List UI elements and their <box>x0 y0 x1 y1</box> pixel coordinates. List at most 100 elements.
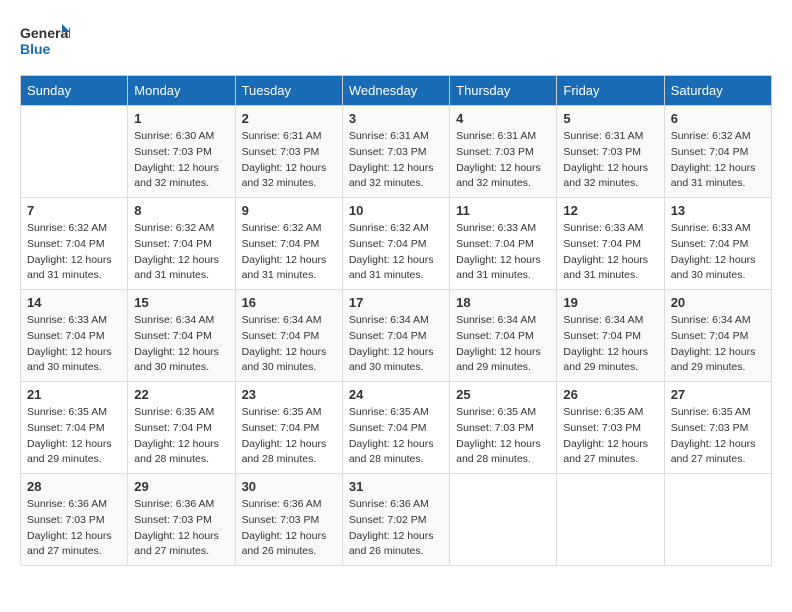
day-number: 29 <box>134 479 228 494</box>
day-number: 17 <box>349 295 443 310</box>
day-number: 14 <box>27 295 121 310</box>
calendar-week-row: 21 Sunrise: 6:35 AM Sunset: 7:04 PM Dayli… <box>21 382 772 474</box>
day-info: Sunrise: 6:33 AM Sunset: 7:04 PM Dayligh… <box>27 313 121 376</box>
calendar-header-row: SundayMondayTuesdayWednesdayThursdayFrid… <box>21 76 772 106</box>
calendar-cell: 16Sunrise: 6:34 AM Sunset: 7:04 PM Dayli… <box>235 290 342 382</box>
day-info: Sunrise: 6:31 AM Sunset: 7:03 PM Dayligh… <box>349 129 443 192</box>
day-info: Sunrise: 6:35 AM Sunset: 7:03 PM Dayligh… <box>563 405 657 468</box>
calendar-table: SundayMondayTuesdayWednesdayThursdayFrid… <box>20 75 772 566</box>
day-info: Sunrise: 6:36 AM Sunset: 7:03 PM Dayligh… <box>134 497 228 560</box>
day-info: Sunrise: 6:34 AM Sunset: 7:04 PM Dayligh… <box>671 313 765 376</box>
header-monday: Monday <box>128 76 235 106</box>
day-info: Sunrise: 6:35 AM Sunset: 7:04 PM Dayligh… <box>349 405 443 468</box>
day-number: 30 <box>242 479 336 494</box>
header-wednesday: Wednesday <box>342 76 449 106</box>
calendar-week-row: 7 Sunrise: 6:32 AM Sunset: 7:04 PM Daylig… <box>21 198 772 290</box>
day-info: Sunrise: 6:31 AM Sunset: 7:03 PM Dayligh… <box>456 129 550 192</box>
day-info: Sunrise: 6:36 AM Sunset: 7:03 PM Dayligh… <box>242 497 336 560</box>
header-sunday: Sunday <box>21 76 128 106</box>
calendar-cell: 7Sunrise: 6:32 AM Sunset: 7:04 PM Daylig… <box>21 198 128 290</box>
header-friday: Friday <box>557 76 664 106</box>
day-info: Sunrise: 6:35 AM Sunset: 7:03 PM Dayligh… <box>671 405 765 468</box>
day-number: 19 <box>563 295 657 310</box>
calendar-cell: 17 Sunrise: 6:34 AM Sunset: 7:04 PM Dayli… <box>342 290 449 382</box>
calendar-cell: 24Sunrise: 6:35 AM Sunset: 7:04 PM Dayli… <box>342 382 449 474</box>
day-info: Sunrise: 6:35 AM Sunset: 7:04 PM Dayligh… <box>134 405 228 468</box>
calendar-cell <box>664 474 771 566</box>
calendar-cell: 26 Sunrise: 6:35 AM Sunset: 7:03 PM Dayli… <box>557 382 664 474</box>
calendar-cell <box>557 474 664 566</box>
day-number: 7 <box>27 203 121 218</box>
header: General Blue <box>20 20 772 65</box>
header-saturday: Saturday <box>664 76 771 106</box>
calendar-cell: 27 Sunrise: 6:35 AM Sunset: 7:03 PM Dayli… <box>664 382 771 474</box>
day-info: Sunrise: 6:32 AM Sunset: 7:04 PM Dayligh… <box>349 221 443 284</box>
day-number: 1 <box>134 111 228 126</box>
day-info: Sunrise: 6:35 AM Sunset: 7:03 PM Dayligh… <box>456 405 550 468</box>
logo-svg: General Blue <box>20 20 70 65</box>
day-number: 5 <box>563 111 657 126</box>
calendar-cell: 5 Sunrise: 6:31 AM Sunset: 7:03 PM Daylig… <box>557 106 664 198</box>
calendar-cell: 22 Sunrise: 6:35 AM Sunset: 7:04 PM Dayli… <box>128 382 235 474</box>
calendar-week-row: 14 Sunrise: 6:33 AM Sunset: 7:04 PM Dayli… <box>21 290 772 382</box>
day-info: Sunrise: 6:32 AM Sunset: 7:04 PM Dayligh… <box>671 129 765 192</box>
calendar-cell: 12 Sunrise: 6:33 AM Sunset: 7:04 PM Dayli… <box>557 198 664 290</box>
day-number: 18 <box>456 295 550 310</box>
day-number: 26 <box>563 387 657 402</box>
calendar-cell: 8Sunrise: 6:32 AM Sunset: 7:04 PM Daylig… <box>128 198 235 290</box>
calendar-cell: 6 Sunrise: 6:32 AM Sunset: 7:04 PM Daylig… <box>664 106 771 198</box>
day-info: Sunrise: 6:36 AM Sunset: 7:03 PM Dayligh… <box>27 497 121 560</box>
day-info: Sunrise: 6:35 AM Sunset: 7:04 PM Dayligh… <box>242 405 336 468</box>
header-thursday: Thursday <box>450 76 557 106</box>
calendar-cell: 4 Sunrise: 6:31 AM Sunset: 7:03 PM Daylig… <box>450 106 557 198</box>
day-number: 9 <box>242 203 336 218</box>
calendar-cell <box>21 106 128 198</box>
calendar-cell: 30 Sunrise: 6:36 AM Sunset: 7:03 PM Dayli… <box>235 474 342 566</box>
day-number: 12 <box>563 203 657 218</box>
calendar-cell: 28Sunrise: 6:36 AM Sunset: 7:03 PM Dayli… <box>21 474 128 566</box>
calendar-cell: 20Sunrise: 6:34 AM Sunset: 7:04 PM Dayli… <box>664 290 771 382</box>
day-number: 11 <box>456 203 550 218</box>
day-number: 25 <box>456 387 550 402</box>
calendar-cell: 15Sunrise: 6:34 AM Sunset: 7:04 PM Dayli… <box>128 290 235 382</box>
day-info: Sunrise: 6:34 AM Sunset: 7:04 PM Dayligh… <box>349 313 443 376</box>
day-number: 3 <box>349 111 443 126</box>
calendar-cell: 25 Sunrise: 6:35 AM Sunset: 7:03 PM Dayli… <box>450 382 557 474</box>
calendar-cell: 9 Sunrise: 6:32 AM Sunset: 7:04 PM Daylig… <box>235 198 342 290</box>
day-number: 4 <box>456 111 550 126</box>
calendar-cell: 29 Sunrise: 6:36 AM Sunset: 7:03 PM Dayli… <box>128 474 235 566</box>
calendar-cell: 21 Sunrise: 6:35 AM Sunset: 7:04 PM Dayli… <box>21 382 128 474</box>
calendar-cell: 14 Sunrise: 6:33 AM Sunset: 7:04 PM Dayli… <box>21 290 128 382</box>
calendar-cell: 18 Sunrise: 6:34 AM Sunset: 7:04 PM Dayli… <box>450 290 557 382</box>
day-info: Sunrise: 6:33 AM Sunset: 7:04 PM Dayligh… <box>563 221 657 284</box>
day-number: 22 <box>134 387 228 402</box>
calendar-cell: 11 Sunrise: 6:33 AM Sunset: 7:04 PM Dayli… <box>450 198 557 290</box>
day-number: 13 <box>671 203 765 218</box>
day-info: Sunrise: 6:31 AM Sunset: 7:03 PM Dayligh… <box>242 129 336 192</box>
day-number: 27 <box>671 387 765 402</box>
calendar-cell: 3 Sunrise: 6:31 AM Sunset: 7:03 PM Daylig… <box>342 106 449 198</box>
day-info: Sunrise: 6:36 AM Sunset: 7:02 PM Dayligh… <box>349 497 443 560</box>
day-number: 15 <box>134 295 228 310</box>
calendar-cell: 23Sunrise: 6:35 AM Sunset: 7:04 PM Dayli… <box>235 382 342 474</box>
day-info: Sunrise: 6:30 AM Sunset: 7:03 PM Dayligh… <box>134 129 228 192</box>
calendar-week-row: 1 Sunrise: 6:30 AM Sunset: 7:03 PM Daylig… <box>21 106 772 198</box>
day-number: 31 <box>349 479 443 494</box>
calendar-cell: 13 Sunrise: 6:33 AM Sunset: 7:04 PM Dayli… <box>664 198 771 290</box>
day-info: Sunrise: 6:32 AM Sunset: 7:04 PM Dayligh… <box>242 221 336 284</box>
logo: General Blue <box>20 20 70 65</box>
calendar-cell: 31 Sunrise: 6:36 AM Sunset: 7:02 PM Dayli… <box>342 474 449 566</box>
day-number: 10 <box>349 203 443 218</box>
day-number: 6 <box>671 111 765 126</box>
day-number: 16 <box>242 295 336 310</box>
calendar-cell: 10 Sunrise: 6:32 AM Sunset: 7:04 PM Dayli… <box>342 198 449 290</box>
day-info: Sunrise: 6:33 AM Sunset: 7:04 PM Dayligh… <box>671 221 765 284</box>
calendar-cell <box>450 474 557 566</box>
calendar-cell: 1 Sunrise: 6:30 AM Sunset: 7:03 PM Daylig… <box>128 106 235 198</box>
calendar-cell: 19Sunrise: 6:34 AM Sunset: 7:04 PM Dayli… <box>557 290 664 382</box>
day-info: Sunrise: 6:31 AM Sunset: 7:03 PM Dayligh… <box>563 129 657 192</box>
day-info: Sunrise: 6:35 AM Sunset: 7:04 PM Dayligh… <box>27 405 121 468</box>
day-info: Sunrise: 6:33 AM Sunset: 7:04 PM Dayligh… <box>456 221 550 284</box>
day-number: 21 <box>27 387 121 402</box>
day-info: Sunrise: 6:34 AM Sunset: 7:04 PM Dayligh… <box>456 313 550 376</box>
